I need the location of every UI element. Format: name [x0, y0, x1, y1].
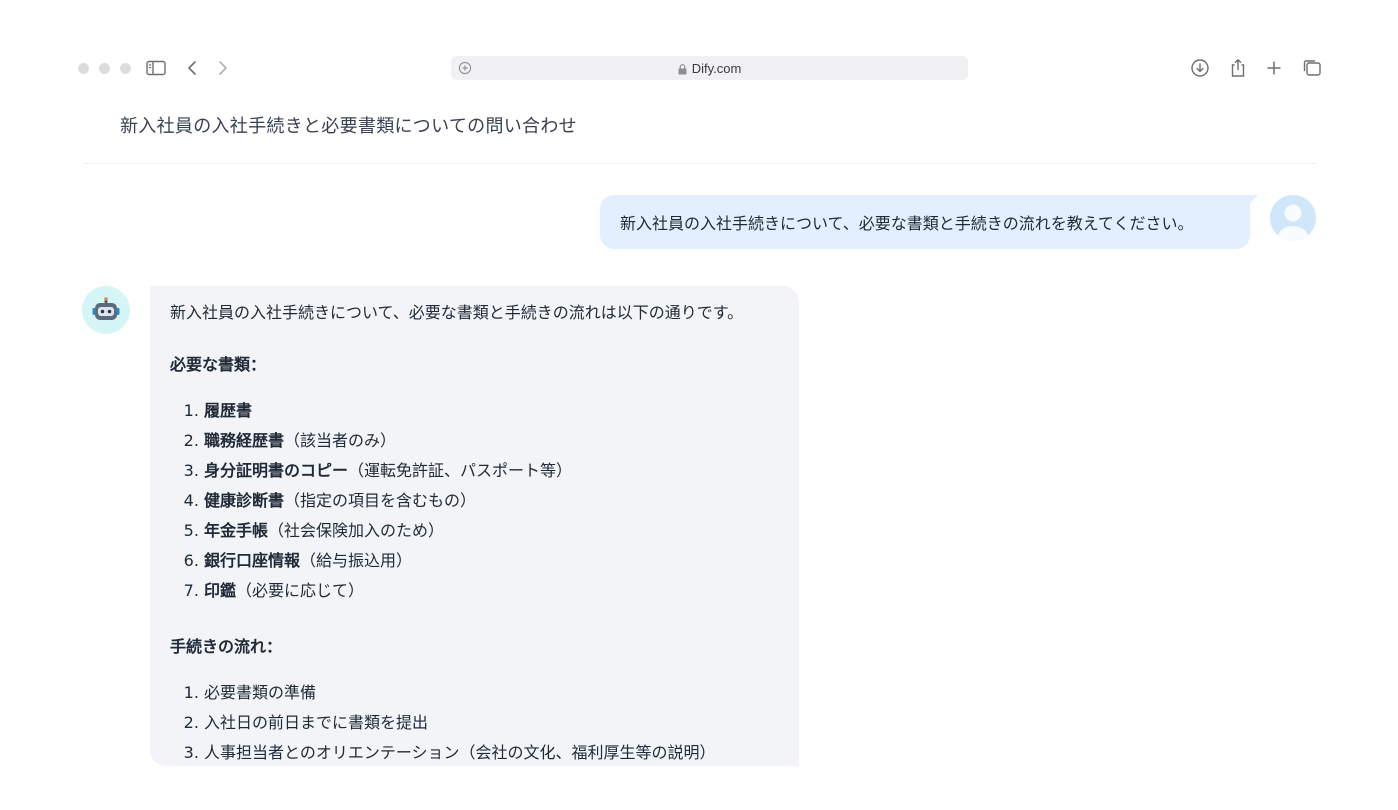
bot-message-bubble: 新入社員の入社手続きについて、必要な書類と手続きの流れは以下の通りです。 必要な… — [150, 286, 799, 766]
document-note: （運転免許証、パスポート等） — [348, 461, 573, 480]
document-name: 職務経歴書 — [204, 431, 285, 450]
flow-step: 人事担当者とのオリエンテーション（会社の文化、福利厚生等の説明） — [204, 743, 716, 762]
list-item: 必要書類の準備 — [204, 678, 779, 708]
document-note: （指定の項目を含むもの） — [284, 491, 477, 510]
user-message-text: 新入社員の入社手続きについて、必要な書類と手続きの流れを教えてください。 — [620, 214, 1194, 233]
close-window-button[interactable] — [78, 63, 89, 74]
flow-list: 必要書類の準備 入社日の前日までに書類を提出 人事担当者とのオリエンテーション（… — [170, 678, 779, 766]
flow-step: 必要書類の準備 — [204, 683, 317, 702]
window-controls — [78, 63, 131, 74]
share-icon[interactable] — [1227, 57, 1249, 79]
documents-heading: 必要な書類： — [170, 355, 267, 374]
document-name: 身分証明書のコピー — [204, 461, 349, 480]
forward-icon[interactable] — [212, 57, 234, 79]
user-message-bubble: 新入社員の入社手続きについて、必要な書類と手続きの流れを教えてください。 — [600, 195, 1258, 249]
document-name: 年金手帳 — [204, 521, 269, 540]
document-name: 印鑑 — [204, 581, 237, 600]
tab-overview-icon[interactable] — [1301, 57, 1323, 79]
list-item: 身分証明書のコピー（運転免許証、パスポート等） — [204, 456, 779, 486]
flow-heading: 手続きの流れ： — [170, 637, 283, 656]
browser-toolbar: Dify.com — [0, 40, 1398, 96]
document-name: 銀行口座情報 — [204, 551, 301, 570]
document-name: 履歴書 — [204, 401, 253, 420]
document-name: 健康診断書 — [204, 491, 285, 510]
conversation-title: 新入社員の入社手続きと必要書類についての問い合わせ — [120, 116, 577, 137]
user-avatar — [1270, 195, 1316, 241]
header-divider — [84, 163, 1316, 164]
document-note: （必要に応じて） — [236, 581, 365, 600]
sidebar-toggle-icon[interactable] — [145, 57, 167, 79]
bot-avatar — [82, 286, 130, 334]
site-settings-icon[interactable] — [458, 61, 472, 75]
document-note: （給与振込用） — [300, 551, 413, 570]
download-icon[interactable] — [1189, 57, 1211, 79]
document-note: （該当者のみ） — [284, 431, 397, 450]
robot-icon — [92, 297, 120, 320]
address-bar[interactable]: Dify.com — [451, 56, 968, 80]
list-item: 職務経歴書（該当者のみ） — [204, 426, 779, 456]
list-item: 銀行口座情報（給与振込用） — [204, 546, 779, 576]
list-item: 人事担当者とのオリエンテーション（会社の文化、福利厚生等の説明） — [204, 738, 779, 766]
back-icon[interactable] — [181, 57, 203, 79]
list-item: 履歴書 — [204, 396, 779, 426]
new-tab-icon[interactable] — [1263, 57, 1285, 79]
url-text: Dify.com — [691, 60, 742, 76]
list-item: 入社日の前日までに書類を提出 — [204, 708, 779, 738]
zoom-window-button[interactable] — [120, 63, 131, 74]
minimize-window-button[interactable] — [99, 63, 110, 74]
user-silhouette-icon — [1278, 204, 1308, 241]
list-item: 健康診断書（指定の項目を含むもの） — [204, 486, 779, 516]
list-item: 印鑑（必要に応じて） — [204, 576, 779, 606]
list-item: 年金手帳（社会保険加入のため） — [204, 516, 779, 546]
flow-step: 入社日の前日までに書類を提出 — [204, 713, 429, 732]
documents-list: 履歴書 職務経歴書（該当者のみ） 身分証明書のコピー（運転免許証、パスポート等）… — [170, 396, 779, 606]
lock-icon — [678, 63, 687, 74]
document-note: （社会保険加入のため） — [268, 521, 445, 540]
bot-intro-text: 新入社員の入社手続きについて、必要な書類と手続きの流れは以下の通りです。 — [170, 303, 744, 322]
